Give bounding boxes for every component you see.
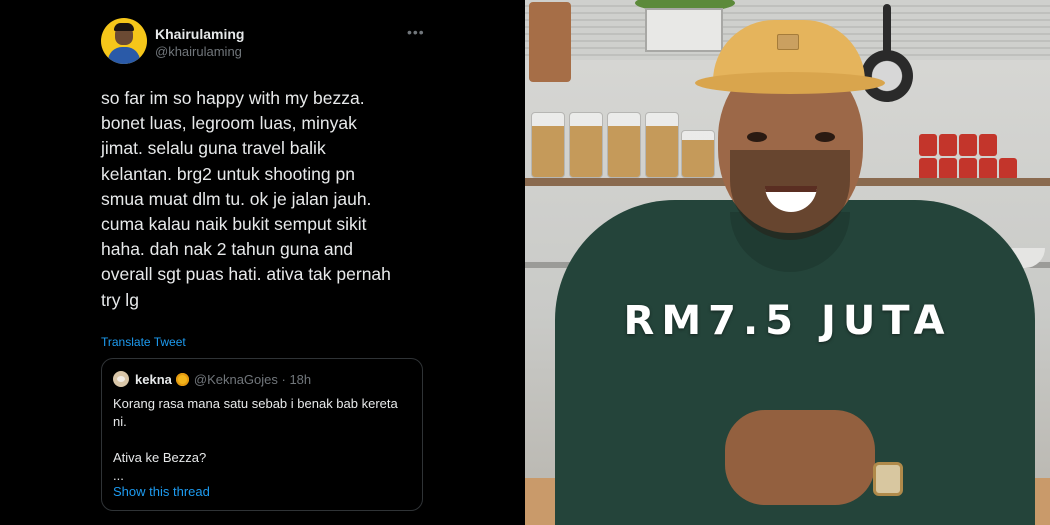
tweet-panel: Khairulaming @khairulaming ••• so far im… (0, 0, 525, 525)
tweet-text-line: haha. dah nak 2 tahun guna and (101, 239, 354, 260)
cap-logo (777, 34, 799, 50)
quoted-author-avatar[interactable] (113, 371, 129, 387)
quoted-text-line (113, 431, 413, 449)
tweet-text-line: bonet luas, legroom luas, minyak (101, 113, 357, 134)
tweet-text-line: smua muat dlm tu. ok je jalan jauh. (101, 188, 372, 209)
show-thread-link[interactable]: Show this thread (113, 484, 210, 499)
video-still: RM7.5 JUTA (525, 0, 1050, 525)
quoted-text-line: Ativa ke Bezza? (113, 450, 207, 465)
quoted-text-line: ni. (113, 414, 127, 429)
video-caption: RM7.5 JUTA (623, 298, 952, 344)
wristwatch (873, 462, 903, 496)
right-eye (815, 132, 835, 142)
quoted-author-handle-time: @KeknaGojes · 18h (193, 371, 312, 387)
tweet-text-line: kelantan. brg2 untuk shooting pn (101, 163, 355, 184)
tweet-text-line: overall sgt puas hati. ativa tak pernah (101, 264, 391, 285)
avatar-hair (114, 23, 134, 31)
quoted-text-line: ... (113, 468, 124, 483)
clasped-hands (725, 410, 875, 505)
avatar-shirt (108, 47, 140, 64)
left-eye (747, 132, 767, 142)
cap-brim (695, 72, 885, 94)
sunflower-icon (175, 372, 189, 386)
quoted-tweet-header: kekna @KeknaGojes · 18h (113, 371, 311, 387)
author-name[interactable]: Khairulaming (155, 26, 244, 42)
translate-tweet-link[interactable]: Translate Tweet (101, 335, 186, 349)
quoted-text-line: Korang rasa mana satu sebab i benak bab … (113, 396, 398, 411)
more-horizontal-icon[interactable]: ••• (407, 24, 425, 40)
tweet-text-line: so far im so happy with my bezza. (101, 88, 365, 108)
tweet-text-line: cuma kalau naik bukit semput sikit (101, 214, 367, 235)
tweet-text: so far im so happy with my bezza. bonet … (101, 86, 431, 313)
tweet-text-line: jimat. selalu guna travel balik (101, 138, 326, 159)
author-avatar[interactable] (101, 18, 147, 64)
author-handle[interactable]: @khairulaming (155, 44, 242, 59)
quoted-author-name[interactable]: kekna (135, 372, 172, 387)
quoted-tweet-text: Korang rasa mana satu sebab i benak bab … (113, 395, 413, 485)
tweet-text-line: try lg (101, 289, 139, 310)
presenter (525, 0, 1050, 525)
quoted-tweet-card[interactable]: kekna @KeknaGojes · 18h Korang rasa mana… (101, 358, 423, 511)
